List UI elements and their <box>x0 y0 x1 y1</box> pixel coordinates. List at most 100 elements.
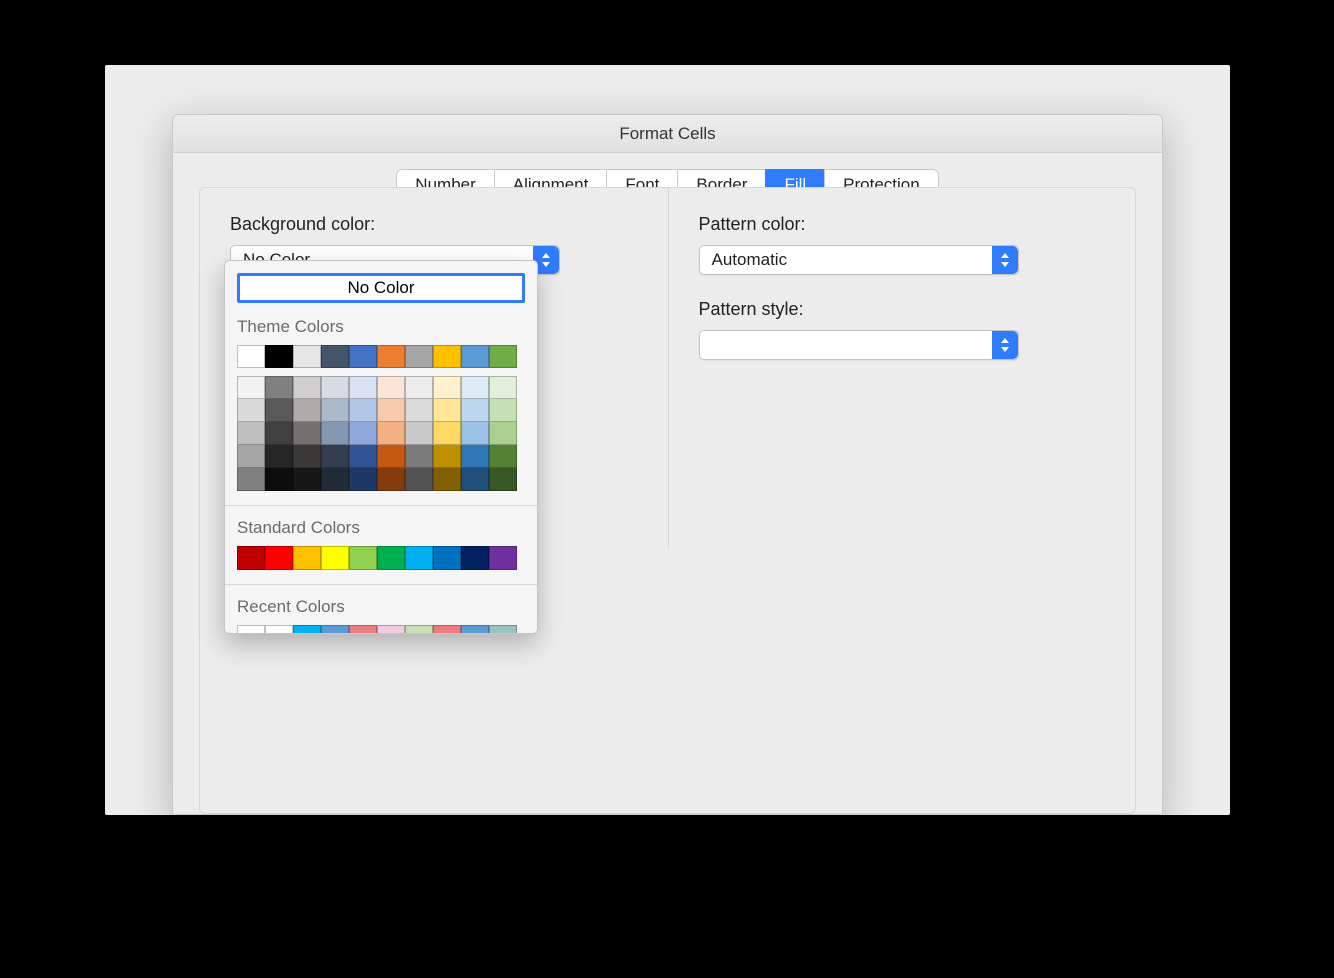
color-swatch[interactable] <box>293 468 321 491</box>
chevron-down-icon <box>992 246 1018 274</box>
pattern-style-select[interactable] <box>699 330 1019 360</box>
color-swatch[interactable] <box>349 468 377 491</box>
color-swatch[interactable] <box>405 468 433 491</box>
format-cells-window: Format Cells Number Alignment Font Borde… <box>172 114 1163 815</box>
color-swatch[interactable] <box>461 468 489 491</box>
color-swatch[interactable] <box>293 422 321 445</box>
color-swatch[interactable] <box>293 376 321 399</box>
pattern-color-value: Automatic <box>712 250 788 269</box>
recent-color-row <box>237 625 525 633</box>
color-swatch[interactable] <box>377 546 405 570</box>
color-swatch[interactable] <box>377 625 405 633</box>
pattern-style-label: Pattern style: <box>699 299 1106 320</box>
color-swatch[interactable] <box>265 445 293 468</box>
pattern-color-label: Pattern color: <box>699 214 1106 235</box>
color-swatch[interactable] <box>237 625 265 633</box>
color-swatch[interactable] <box>461 625 489 633</box>
standard-color-row <box>237 546 525 570</box>
color-swatch[interactable] <box>433 546 461 570</box>
pattern-color-select[interactable]: Automatic <box>699 245 1019 275</box>
background-color-label: Background color: <box>230 214 638 235</box>
color-swatch[interactable] <box>265 422 293 445</box>
color-swatch[interactable] <box>321 546 349 570</box>
color-swatch[interactable] <box>461 376 489 399</box>
color-swatch[interactable] <box>265 399 293 422</box>
color-swatch[interactable] <box>489 422 517 445</box>
color-swatch[interactable] <box>377 422 405 445</box>
no-color-button[interactable]: No Color <box>237 273 525 303</box>
color-swatch[interactable] <box>461 445 489 468</box>
color-swatch[interactable] <box>433 625 461 633</box>
color-swatch[interactable] <box>237 399 265 422</box>
color-swatch[interactable] <box>349 399 377 422</box>
color-swatch[interactable] <box>433 399 461 422</box>
color-swatch[interactable] <box>489 399 517 422</box>
theme-color-row <box>237 345 525 368</box>
color-swatch[interactable] <box>433 468 461 491</box>
color-swatch[interactable] <box>433 345 461 368</box>
color-swatch[interactable] <box>405 399 433 422</box>
color-swatch[interactable] <box>321 625 349 633</box>
color-swatch[interactable] <box>405 422 433 445</box>
color-swatch[interactable] <box>433 376 461 399</box>
color-swatch[interactable] <box>321 468 349 491</box>
color-swatch[interactable] <box>349 546 377 570</box>
color-swatch[interactable] <box>293 546 321 570</box>
divider <box>225 505 537 506</box>
color-swatch[interactable] <box>265 546 293 570</box>
color-swatch[interactable] <box>377 445 405 468</box>
color-swatch[interactable] <box>321 445 349 468</box>
color-swatch[interactable] <box>377 468 405 491</box>
color-swatch[interactable] <box>293 625 321 633</box>
color-picker-popover: No Color Theme Colors Standard Colors Re… <box>224 260 538 634</box>
color-swatch[interactable] <box>377 399 405 422</box>
color-swatch[interactable] <box>377 376 405 399</box>
fill-pane: Background color: No Color S No Color Th… <box>199 187 1136 814</box>
color-swatch[interactable] <box>489 445 517 468</box>
color-swatch[interactable] <box>349 422 377 445</box>
color-swatch[interactable] <box>461 399 489 422</box>
color-swatch[interactable] <box>433 422 461 445</box>
color-swatch[interactable] <box>461 422 489 445</box>
color-swatch[interactable] <box>237 422 265 445</box>
color-swatch[interactable] <box>265 625 293 633</box>
color-swatch[interactable] <box>405 345 433 368</box>
color-swatch[interactable] <box>461 345 489 368</box>
color-swatch[interactable] <box>405 376 433 399</box>
color-swatch[interactable] <box>489 546 517 570</box>
color-swatch[interactable] <box>321 345 349 368</box>
color-swatch[interactable] <box>489 376 517 399</box>
color-swatch[interactable] <box>489 625 517 633</box>
theme-colors-label: Theme Colors <box>237 317 525 337</box>
color-swatch[interactable] <box>321 422 349 445</box>
color-swatch[interactable] <box>293 345 321 368</box>
color-swatch[interactable] <box>237 546 265 570</box>
color-swatch[interactable] <box>237 376 265 399</box>
color-swatch[interactable] <box>265 345 293 368</box>
color-swatch[interactable] <box>321 376 349 399</box>
color-swatch[interactable] <box>321 399 349 422</box>
window-title: Format Cells <box>173 115 1162 153</box>
color-swatch[interactable] <box>349 625 377 633</box>
color-swatch[interactable] <box>265 376 293 399</box>
color-swatch[interactable] <box>377 345 405 368</box>
color-swatch[interactable] <box>349 376 377 399</box>
color-swatch[interactable] <box>237 345 265 368</box>
recent-colors-label: Recent Colors <box>237 597 525 617</box>
color-swatch[interactable] <box>489 345 517 368</box>
color-swatch[interactable] <box>237 445 265 468</box>
color-swatch[interactable] <box>349 345 377 368</box>
color-swatch[interactable] <box>349 445 377 468</box>
color-swatch[interactable] <box>405 625 433 633</box>
color-swatch[interactable] <box>265 468 293 491</box>
standard-colors-label: Standard Colors <box>237 518 525 538</box>
color-swatch[interactable] <box>293 445 321 468</box>
divider <box>225 584 537 585</box>
color-swatch[interactable] <box>293 399 321 422</box>
color-swatch[interactable] <box>489 468 517 491</box>
color-swatch[interactable] <box>237 468 265 491</box>
color-swatch[interactable] <box>433 445 461 468</box>
color-swatch[interactable] <box>405 445 433 468</box>
color-swatch[interactable] <box>461 546 489 570</box>
color-swatch[interactable] <box>405 546 433 570</box>
